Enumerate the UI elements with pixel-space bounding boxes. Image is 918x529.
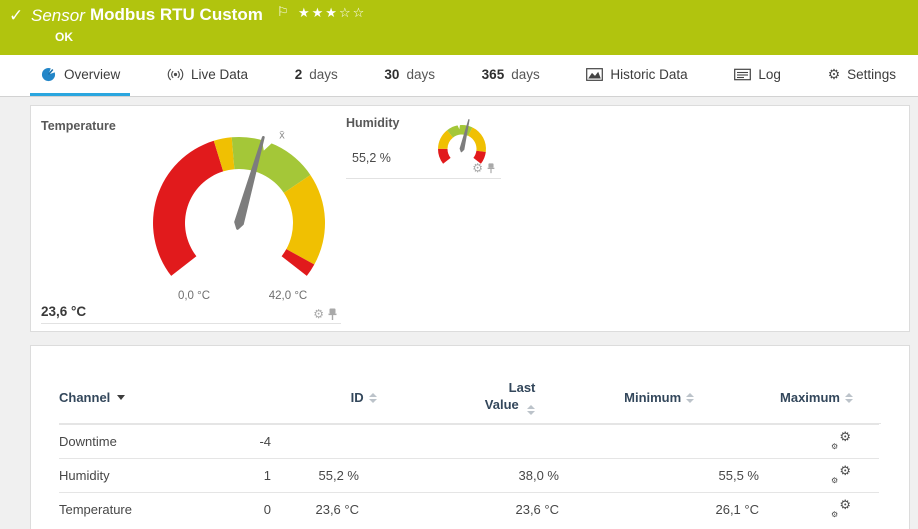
humidity-card-actions: ⚙ — [472, 161, 495, 175]
gear-icon: ⚙ — [827, 66, 841, 82]
sensor-status-header: ✓ Sensor Modbus RTU Custom ⚐ ★★★☆☆ OK — [0, 0, 918, 55]
tab-settings-label: Settings — [847, 66, 896, 82]
channel-last-value: 23,6 °C — [315, 502, 359, 517]
channel-id: -4 — [259, 434, 271, 449]
temperature-axis-max-label: 42,0 °C — [268, 290, 308, 302]
column-header-maximum[interactable]: Maximum — [694, 390, 853, 405]
tab-365-days[interactable]: 365 days — [472, 55, 550, 96]
temperature-card-title: Temperature — [41, 119, 116, 133]
gauges-panel: Temperature x̄ 0,0 °C 42,0 °C 23,6 °C ⚙ … — [30, 105, 910, 332]
sort-icon — [686, 392, 695, 403]
channel-settings-gears-icon[interactable]: ⚙ ⚙ — [831, 497, 851, 519]
ok-check-icon: ✓ — [9, 6, 24, 25]
tab-2-days[interactable]: 2 days — [285, 55, 348, 96]
column-header-id-label: ID — [350, 390, 364, 405]
channel-minimum: 38,0 % — [518, 468, 559, 483]
humidity-gauge — [431, 114, 495, 166]
svg-text:x̄: x̄ — [279, 129, 285, 141]
channel-settings-gear-icon[interactable]: ⚙ — [313, 307, 324, 321]
tab-log-label: Log — [758, 66, 781, 82]
temperature-current-value: 23,6 °C — [41, 304, 87, 319]
pin-icon[interactable] — [328, 308, 337, 321]
column-header-minimum-label: Minimum — [624, 390, 682, 405]
live-broadcast-icon — [167, 68, 184, 80]
tab-30-days-unit: days — [406, 66, 435, 82]
tab-overview-label: Overview — [64, 66, 121, 82]
channel-name: Humidity — [59, 468, 110, 483]
table-row-humidity: Humidity 1 55,2 % 38,0 % 55,5 % ⚙ ⚙ — [59, 458, 879, 492]
channel-id: 1 — [263, 468, 271, 483]
sort-icon — [368, 392, 377, 403]
channel-maximum: 26,1 °C — [715, 502, 759, 517]
column-header-minimum[interactable]: Minimum — [535, 390, 695, 405]
tab-30-days[interactable]: 30 days — [374, 55, 445, 96]
area-chart-icon — [586, 67, 604, 81]
log-list-icon — [734, 68, 752, 80]
sort-icon — [527, 404, 536, 415]
channel-settings-gears-icon[interactable]: ⚙ ⚙ — [831, 463, 851, 485]
gauge-icon — [41, 67, 56, 81]
tab-365-days-unit: days — [511, 66, 540, 82]
table-row-temperature: Temperature 0 23,6 °C 23,6 °C 26,1 °C ⚙ ⚙ — [59, 492, 879, 526]
channel-name: Temperature — [59, 502, 132, 517]
tab-live-data[interactable]: Live Data — [157, 55, 258, 96]
pin-icon[interactable] — [487, 162, 495, 174]
tab-30-days-number: 30 — [384, 66, 400, 82]
humidity-gauge-card: Humidity 55,2 % ⚙ — [346, 111, 501, 179]
channel-name: Downtime — [59, 434, 117, 449]
tab-2-days-unit: days — [309, 66, 338, 82]
column-header-channel[interactable]: Channel — [59, 390, 218, 405]
tab-historic-data-label: Historic Data — [610, 66, 688, 82]
humidity-current-value: 55,2 % — [352, 151, 391, 165]
sort-caret-down-icon — [117, 395, 126, 400]
channel-table-header: Channel ID Last Value Minimum Maximum — [59, 346, 881, 424]
column-header-id[interactable]: ID — [218, 390, 377, 405]
temperature-gauge: x̄ — [139, 126, 339, 311]
tab-log[interactable]: Log — [724, 55, 791, 96]
column-header-last-label: Last — [508, 380, 536, 396]
channel-maximum: 55,5 % — [718, 468, 759, 483]
priority-flag-icon: ⚐ — [277, 4, 289, 19]
channel-settings-gears-icon[interactable]: ⚙ ⚙ — [831, 429, 851, 451]
sort-icon — [844, 392, 853, 403]
tab-settings[interactable]: ⚙ Settings — [818, 55, 906, 96]
tab-overview[interactable]: Overview — [30, 55, 131, 96]
channel-minimum: 23,6 °C — [515, 502, 559, 517]
tab-365-days-number: 365 — [481, 66, 505, 82]
channel-id: 0 — [263, 502, 271, 517]
temperature-gauge-card: Temperature x̄ 0,0 °C 42,0 °C 23,6 °C ⚙ — [41, 114, 341, 324]
humidity-card-title: Humidity — [346, 116, 400, 130]
sensor-title: Modbus RTU Custom — [90, 5, 263, 24]
channel-settings-gear-icon[interactable]: ⚙ — [472, 161, 483, 175]
channel-table-panel: Channel ID Last Value Minimum Maximum Do… — [30, 345, 910, 529]
status-badge: OK — [55, 30, 73, 44]
tab-live-data-label: Live Data — [190, 66, 248, 82]
table-row-downtime: Downtime -4 ⚙ ⚙ — [59, 424, 879, 458]
temperature-card-actions: ⚙ — [313, 307, 337, 321]
tab-historic-data[interactable]: Historic Data — [576, 55, 697, 96]
temperature-axis-min-label: 0,0 °C — [177, 290, 211, 302]
column-header-maximum-label: Maximum — [780, 390, 840, 405]
priority-stars[interactable]: ★★★☆☆ — [298, 5, 366, 21]
object-kind-label: Sensor — [31, 6, 85, 25]
tab-2-days-number: 2 — [294, 66, 303, 82]
channel-last-value: 55,2 % — [318, 468, 359, 483]
column-header-value-label: Value — [484, 396, 519, 412]
column-header-last-value[interactable]: Last Value — [377, 380, 536, 415]
tab-bar: Overview Live Data 2 days 30 days 365 da… — [0, 55, 918, 97]
column-header-channel-label: Channel — [59, 390, 111, 405]
